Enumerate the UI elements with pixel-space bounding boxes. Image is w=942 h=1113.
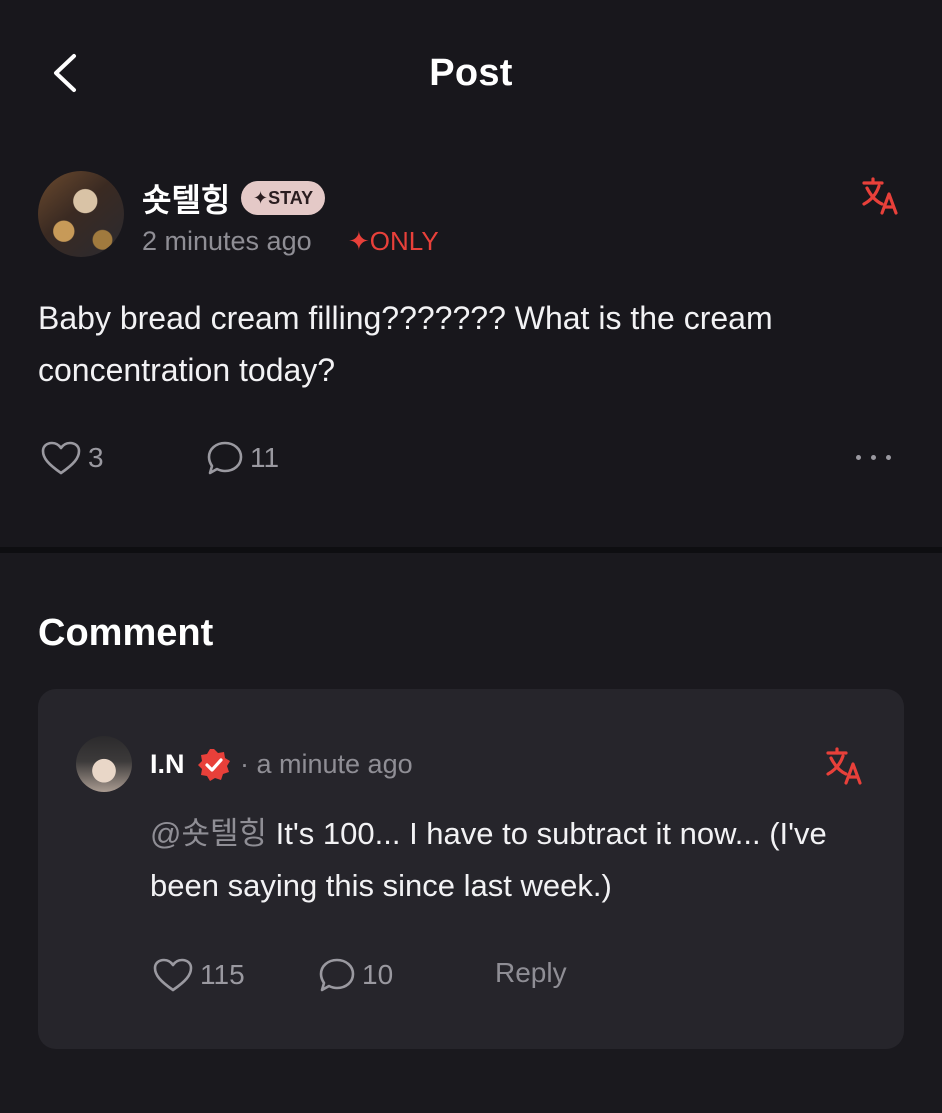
more-dot xyxy=(886,454,891,460)
comment-like-button[interactable]: 115 xyxy=(152,957,245,993)
heart-icon xyxy=(153,958,193,992)
more-dot xyxy=(871,454,876,460)
avatar[interactable] xyxy=(76,736,132,792)
translate-button[interactable] xyxy=(824,746,864,786)
only-badge: ✦ONLY xyxy=(348,226,439,256)
comment-timestamp: · a minute ago xyxy=(240,749,413,779)
translate-button[interactable] xyxy=(860,176,900,216)
section-divider xyxy=(0,547,942,553)
avatar[interactable] xyxy=(38,171,124,257)
verified-icon xyxy=(198,749,230,781)
reply-button[interactable]: Reply xyxy=(495,957,567,989)
like-button[interactable]: 3 xyxy=(40,440,104,476)
comment-reply-count-button[interactable]: 10 xyxy=(318,957,393,993)
comment-body: @숏텔힝 It's 100... I have to subtract it n… xyxy=(150,808,870,912)
post-body: Baby bread cream filling??????? What is … xyxy=(38,300,773,388)
comment-username[interactable]: I.N xyxy=(150,749,185,780)
page-title: Post xyxy=(429,52,513,94)
comment-bubble-icon xyxy=(319,958,355,992)
translate-icon xyxy=(826,747,862,785)
comment-button[interactable]: 11 xyxy=(206,440,279,476)
post-username[interactable]: 숏텔힝 xyxy=(142,175,230,221)
comment-count: 11 xyxy=(250,442,280,473)
comment-bubble-icon xyxy=(207,441,243,475)
stay-badge: ✦STAY xyxy=(241,181,326,215)
mention-link[interactable]: @숏텔힝 xyxy=(150,816,267,851)
post-page: Post 숏텔힝 ✦STAY 2 minutes ago ✦ONLY Baby … xyxy=(0,0,942,1113)
like-count: 3 xyxy=(88,442,104,473)
top-bar: Post xyxy=(0,0,942,150)
more-dots-icon xyxy=(856,454,861,460)
heart-icon xyxy=(41,441,81,475)
post-card: 숏텔힝 ✦STAY 2 minutes ago ✦ONLY Baby bread… xyxy=(0,150,942,547)
translate-icon xyxy=(862,177,898,215)
post-timestamp: 2 minutes ago xyxy=(142,226,312,256)
more-options-button[interactable] xyxy=(856,447,902,467)
comment-reply-count: 10 xyxy=(362,959,394,990)
comment-card: I.N · a minute ago @숏텔힝 It's 100... I ha… xyxy=(38,689,904,1049)
comment-heading: Comment xyxy=(38,612,214,654)
comment-like-count: 115 xyxy=(200,959,245,990)
